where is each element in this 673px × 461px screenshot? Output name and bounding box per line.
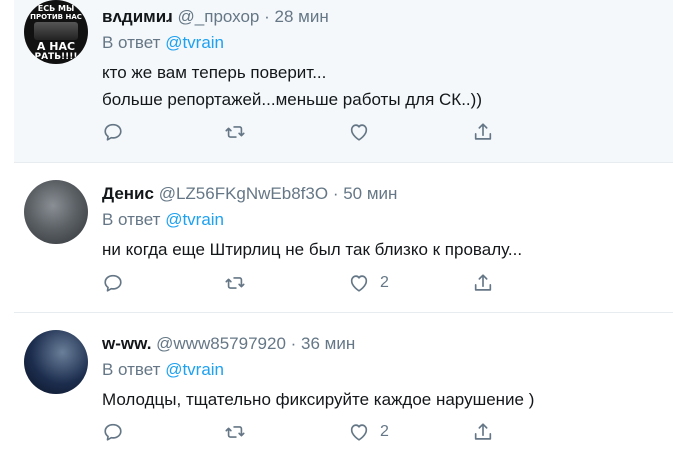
tweet-text-line: ни когда еще Штирлиц не был так близко к… xyxy=(102,240,523,259)
timestamp[interactable]: 50 мин xyxy=(343,184,397,203)
tweet-header: Денис @LZ56FKgNwEb8f3O · 50 мин xyxy=(102,183,663,205)
reply-icon xyxy=(104,274,122,292)
mention-link[interactable]: @tvrain xyxy=(165,33,224,52)
like-count: 2 xyxy=(380,423,389,440)
retweet-button[interactable] xyxy=(224,120,246,144)
share-button[interactable] xyxy=(472,420,494,444)
tweet-text: Молодцы, тщательно фиксируйте каждое нар… xyxy=(102,386,663,413)
heart-icon xyxy=(350,275,368,292)
avatar-image xyxy=(34,22,78,40)
user-handle[interactable]: @LZ56FKgNwEb8f3O xyxy=(159,184,328,203)
user-handle[interactable]: @_прохор xyxy=(178,7,260,26)
tweet-header: ʙʌдимиɹ @_прохор · 28 мин xyxy=(102,6,663,28)
tweet-actions xyxy=(102,120,602,144)
timestamp[interactable]: 36 мин xyxy=(301,334,355,353)
tweet-text-line: больше репортажей...меньше работы для СК… xyxy=(102,90,482,109)
avatar[interactable]: ЕСЬ МЫ ПРОТИВ НАС А НАС РАТЬ!!!! xyxy=(24,0,88,64)
reply-icon xyxy=(104,123,122,141)
reply-icon xyxy=(104,423,122,441)
tweet-feed: ЕСЬ МЫ ПРОТИВ НАС А НАС РАТЬ!!!! ʙʌдимиɹ… xyxy=(0,0,673,461)
avatar[interactable] xyxy=(24,330,88,394)
tweet[interactable]: w-ww. @www85797920 · 36 мин В ответ @tvr… xyxy=(14,313,673,461)
share-icon xyxy=(474,123,492,140)
tweet-actions: 2 xyxy=(102,420,602,444)
user-name[interactable]: ʙʌдимиɹ xyxy=(102,7,173,26)
avatar-text: ЕСЬ МЫ xyxy=(37,4,75,13)
retweet-icon xyxy=(225,426,245,438)
reply-button[interactable] xyxy=(102,271,124,295)
timestamp[interactable]: 28 мин xyxy=(275,7,329,26)
like-button[interactable]: 2 xyxy=(348,271,389,295)
retweet-icon xyxy=(225,126,245,138)
tweet-text-line: кто же вам теперь поверит... xyxy=(102,63,327,82)
tweet[interactable]: Денис @LZ56FKgNwEb8f3O · 50 мин В ответ … xyxy=(14,163,673,312)
user-name[interactable]: Денис xyxy=(102,184,154,203)
mention-link[interactable]: @tvrain xyxy=(165,360,224,379)
share-icon xyxy=(474,274,492,291)
share-button[interactable] xyxy=(472,120,494,144)
retweet-button[interactable] xyxy=(224,420,246,444)
avatar-text: ПРОТИВ НАС xyxy=(30,13,82,21)
tweet-content: ʙʌдимиɹ @_прохор · 28 мин В ответ @tvrai… xyxy=(102,6,663,113)
retweet-icon xyxy=(225,277,245,289)
heart-icon xyxy=(350,124,368,141)
like-count: 2 xyxy=(380,274,389,291)
reply-button[interactable] xyxy=(102,120,124,144)
avatar-text: РАТЬ!!!! xyxy=(34,52,78,62)
avatar[interactable] xyxy=(24,180,88,244)
reply-button[interactable] xyxy=(102,420,124,444)
reply-context: В ответ @tvrain xyxy=(102,357,663,383)
separator-dot: · xyxy=(264,7,270,26)
avatar-text: А НАС xyxy=(36,40,76,53)
tweet-text-line: Молодцы, тщательно фиксируйте каждое нар… xyxy=(102,390,535,409)
tweet-content: Денис @LZ56FKgNwEb8f3O · 50 мин В ответ … xyxy=(102,183,663,263)
user-handle[interactable]: @www85797920 xyxy=(156,334,286,353)
reply-context: В ответ @tvrain xyxy=(102,207,663,233)
reply-prefix: В ответ xyxy=(102,360,161,379)
like-button[interactable] xyxy=(348,120,380,144)
tweet-actions: 2 xyxy=(102,271,602,295)
separator-dot: · xyxy=(332,184,339,203)
reply-prefix: В ответ xyxy=(102,210,161,229)
reply-context: В ответ @tvrain xyxy=(102,30,663,56)
retweet-button[interactable] xyxy=(224,271,246,295)
tweet-content: w-ww. @www85797920 · 36 мин В ответ @tvr… xyxy=(102,333,663,413)
mention-link[interactable]: @tvrain xyxy=(165,210,224,229)
tweet[interactable]: ЕСЬ МЫ ПРОТИВ НАС А НАС РАТЬ!!!! ʙʌдимиɹ… xyxy=(14,0,673,162)
tweet-text: кто же вам теперь поверит... больше репо… xyxy=(102,59,663,113)
user-name[interactable]: w-ww. xyxy=(102,334,151,353)
tweet-header: w-ww. @www85797920 · 36 мин xyxy=(102,333,663,355)
separator-dot: · xyxy=(290,334,297,353)
reply-prefix: В ответ xyxy=(102,33,161,52)
share-button[interactable] xyxy=(472,271,494,295)
heart-icon xyxy=(350,424,368,441)
like-button[interactable]: 2 xyxy=(348,420,389,444)
share-icon xyxy=(474,423,492,440)
tweet-text: ни когда еще Штирлиц не был так близко к… xyxy=(102,236,663,263)
